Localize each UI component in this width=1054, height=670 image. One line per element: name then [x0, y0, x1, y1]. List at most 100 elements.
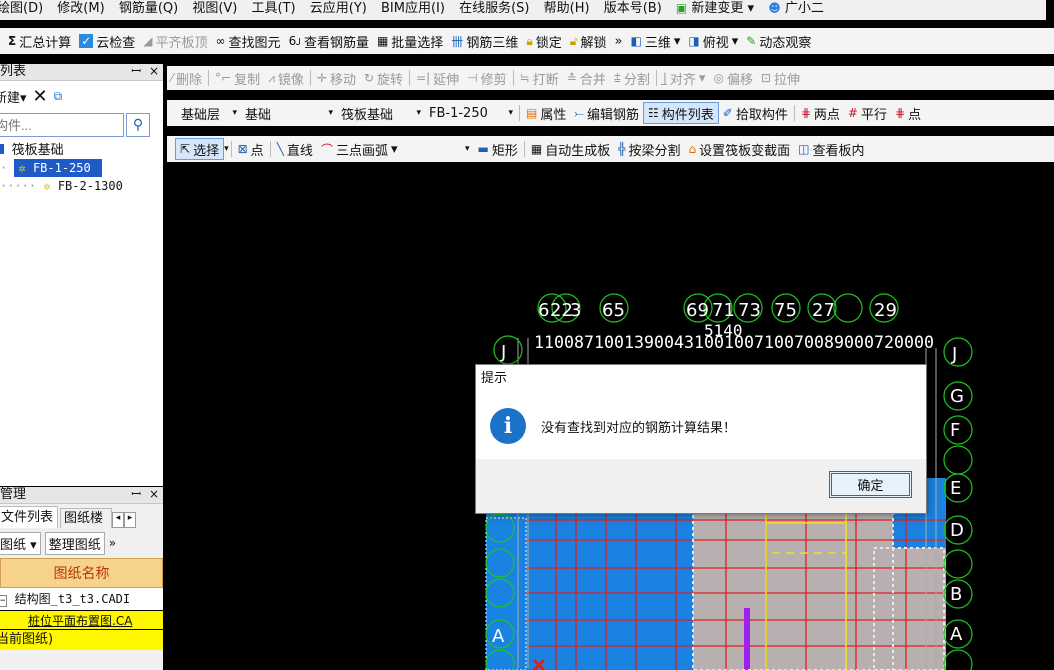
sum-calc-button[interactable]: Σ 汇总计算 — [4, 30, 75, 52]
orbit-icon: ✎ — [746, 34, 757, 48]
break-button[interactable]: ≒ 打断 — [516, 67, 563, 89]
stretch-button[interactable]: ⊡ 拉伸 — [757, 67, 804, 89]
menu-assistant[interactable]: ☻ 广小二 — [763, 0, 829, 20]
category-select[interactable]: 基础 ▾ — [241, 103, 337, 123]
menu-tools[interactable]: 工具(T) — [247, 1, 301, 20]
merge-button[interactable]: ≛ 合并 — [563, 67, 610, 89]
delete-icon[interactable]: ✕ — [33, 86, 48, 107]
floor-select[interactable]: 基础层 ▾ — [177, 103, 241, 123]
cloud-check-button[interactable]: ✓ 云检查 — [75, 30, 139, 52]
view-3d-button[interactable]: ◧ 三维 ▾ — [627, 30, 685, 52]
flush-slab-button[interactable]: ◢ 平齐板顶 — [139, 30, 211, 52]
more-tools-button[interactable]: » — [611, 30, 627, 52]
menu-new-change[interactable]: ▣ 新建变更 ▾ — [671, 0, 759, 20]
close-icon[interactable]: × — [149, 487, 159, 502]
collapse-icon[interactable]: − — [0, 595, 8, 607]
line-button[interactable]: ╲ 直线 — [273, 138, 317, 160]
top-view-button[interactable]: ◨ 俯视 ▾ — [684, 30, 742, 52]
unlock-button[interactable]: 🔓︎ 解锁 — [566, 30, 611, 52]
move-button[interactable]: ✛ 移动 — [313, 67, 360, 89]
view-rebar-qty-button[interactable]: 6ᴊ 查看钢筋量 — [285, 30, 373, 52]
tab-scroll-left[interactable]: ◂ — [112, 512, 125, 528]
split-button[interactable]: ⩲ 分割 — [610, 67, 654, 89]
find-element-button[interactable]: ∞ 查找图元 — [212, 30, 285, 52]
drawing-tabs: 文件列表 图纸楼 ◂ ▸ — [0, 504, 163, 528]
pin-icon[interactable]: ꟷ — [131, 487, 141, 502]
offset-button[interactable]: ◎ 偏移 — [709, 67, 757, 89]
close-icon[interactable]: × — [149, 64, 159, 79]
type-select[interactable]: 筏板基础 ▾ — [337, 103, 425, 123]
point-button[interactable]: ⊠ 点 — [234, 138, 268, 160]
drawing-name: 当前图纸) — [0, 632, 54, 647]
view-board-button[interactable]: ◫ 查看板内 — [794, 138, 868, 160]
property-button[interactable]: ▤ 属性 — [522, 102, 570, 124]
menu-view[interactable]: 视图(V) — [187, 1, 242, 20]
component-list-button[interactable]: ☷ 构件列表 — [642, 102, 719, 124]
type-value: 筏板基础 — [341, 107, 394, 123]
set-section-button[interactable]: ⌂ 设置筏板变截面 — [684, 138, 794, 160]
batch-select-button[interactable]: ▦ 批量选择 — [373, 30, 447, 52]
dynamic-observe-button[interactable]: ✎ 动态观察 — [742, 30, 815, 52]
menu-draw[interactable]: 绘图(D) — [0, 1, 48, 20]
align-label: 对齐 — [669, 72, 696, 88]
copy-button[interactable]: °⌐ 复制 — [211, 67, 264, 89]
element-select[interactable]: FB-1-250 ▾ — [425, 103, 517, 123]
menu-version[interactable]: 版本号(B) — [599, 1, 667, 20]
table-row[interactable]: − 结构图_t3_t3.CADI — [0, 588, 163, 610]
new-button[interactable]: 新建▾ — [0, 87, 27, 106]
parallel-button[interactable]: # 平行 — [844, 102, 891, 124]
rebar-3d-button[interactable]: 卌钢筋三维 — [447, 30, 522, 52]
ok-button[interactable]: 确定 — [829, 471, 912, 498]
delete-button[interactable]: ⁄ 删除 — [167, 67, 206, 89]
component-list-label: 构件列表 — [661, 107, 714, 123]
extend-label: 延伸 — [433, 72, 460, 88]
chevron-down-icon[interactable]: ▾ — [224, 144, 229, 154]
mirror-button[interactable]: ⩘ 镜像 — [264, 67, 308, 89]
rotate-button[interactable]: ↻ 旋转 — [360, 67, 407, 89]
auto-gen-slab-button[interactable]: ▦ 自动生成板 — [527, 138, 614, 160]
rotate-icon: ↻ — [363, 71, 375, 85]
pin-icon[interactable]: ꟷ — [131, 64, 141, 79]
organize-drawing-button[interactable]: 整理图纸 — [44, 531, 105, 555]
menu-online[interactable]: 在线服务(S) — [454, 1, 534, 20]
edit-rebar-button[interactable]: ⤚ 编辑钢筋 — [570, 102, 643, 124]
drawing-button[interactable]: 图纸 ▾ — [0, 531, 41, 555]
menu-rebar-qty[interactable]: 钢筋量(Q) — [114, 1, 183, 20]
tab-file-list[interactable]: 文件列表 — [0, 506, 59, 528]
list-item[interactable]: ····· ✲ FB-2-1300 — [0, 177, 163, 195]
more-icon[interactable]: » — [109, 536, 116, 550]
align-button[interactable]: |̲ 对齐 ▾ — [659, 67, 710, 89]
menu-modify[interactable]: 修改(M) — [52, 1, 109, 20]
eraser-icon: ⁄ — [171, 71, 174, 85]
menu-cloud[interactable]: 云应用(Y) — [305, 1, 372, 20]
search-icon[interactable]: ⚲ — [126, 113, 150, 137]
lock-button[interactable]: 🔒︎ 锁定 — [522, 30, 565, 52]
tab-scroll-right[interactable]: ▸ — [124, 512, 137, 528]
tab-drawing-floor[interactable]: 图纸楼 — [60, 508, 113, 528]
menu-help[interactable]: 帮助(H) — [539, 1, 595, 20]
copy-icon[interactable]: ⧉ — [54, 89, 63, 104]
list-item[interactable]: · ✲ FB-1-250 — [0, 159, 163, 177]
column-header: 图纸名称 — [0, 558, 163, 588]
point-angle-button[interactable]: ⋕ 点 — [891, 102, 925, 124]
table-row[interactable]: 当前图纸) — [0, 630, 163, 650]
selected-item[interactable]: ✲ FB-1-250 — [14, 159, 103, 177]
arc-button[interactable]: ⌒ 三点画弧 ▾ — [317, 138, 402, 160]
pick-component-button[interactable]: ✐ 拾取构件 — [719, 102, 792, 124]
search-input[interactable] — [0, 113, 124, 137]
select-label: 选择 — [193, 143, 220, 159]
trim-button[interactable]: ⊣ 修剪 — [463, 67, 510, 89]
drawing-manage-panel: 管理 ꟷ × 文件列表 图纸楼 ◂ ▸ 图纸 ▾ 整理图纸 » 图纸名称 − 结… — [0, 487, 163, 670]
select-button[interactable]: ⇱ 选择 — [175, 138, 225, 160]
mirror-label: 镜像 — [277, 72, 304, 88]
item-label: FB-2-1300 — [57, 179, 123, 193]
rect-button[interactable]: ▬ 矩形 — [474, 138, 522, 160]
drawing-button-label: 图纸 — [0, 537, 27, 553]
extend-button[interactable]: =| 延伸 — [412, 67, 463, 89]
table-row[interactable]: 桩位平面布置图.CA — [0, 610, 163, 630]
menu-bim[interactable]: BIM应用(I) — [376, 1, 450, 20]
tree-root[interactable]: 筏板基础 — [0, 141, 163, 159]
split-by-beam-button[interactable]: ╬ 按梁分割 — [614, 138, 684, 160]
two-points-button[interactable]: ⋕ 两点 — [797, 102, 844, 124]
shape-select[interactable]: ▾ — [402, 139, 474, 159]
